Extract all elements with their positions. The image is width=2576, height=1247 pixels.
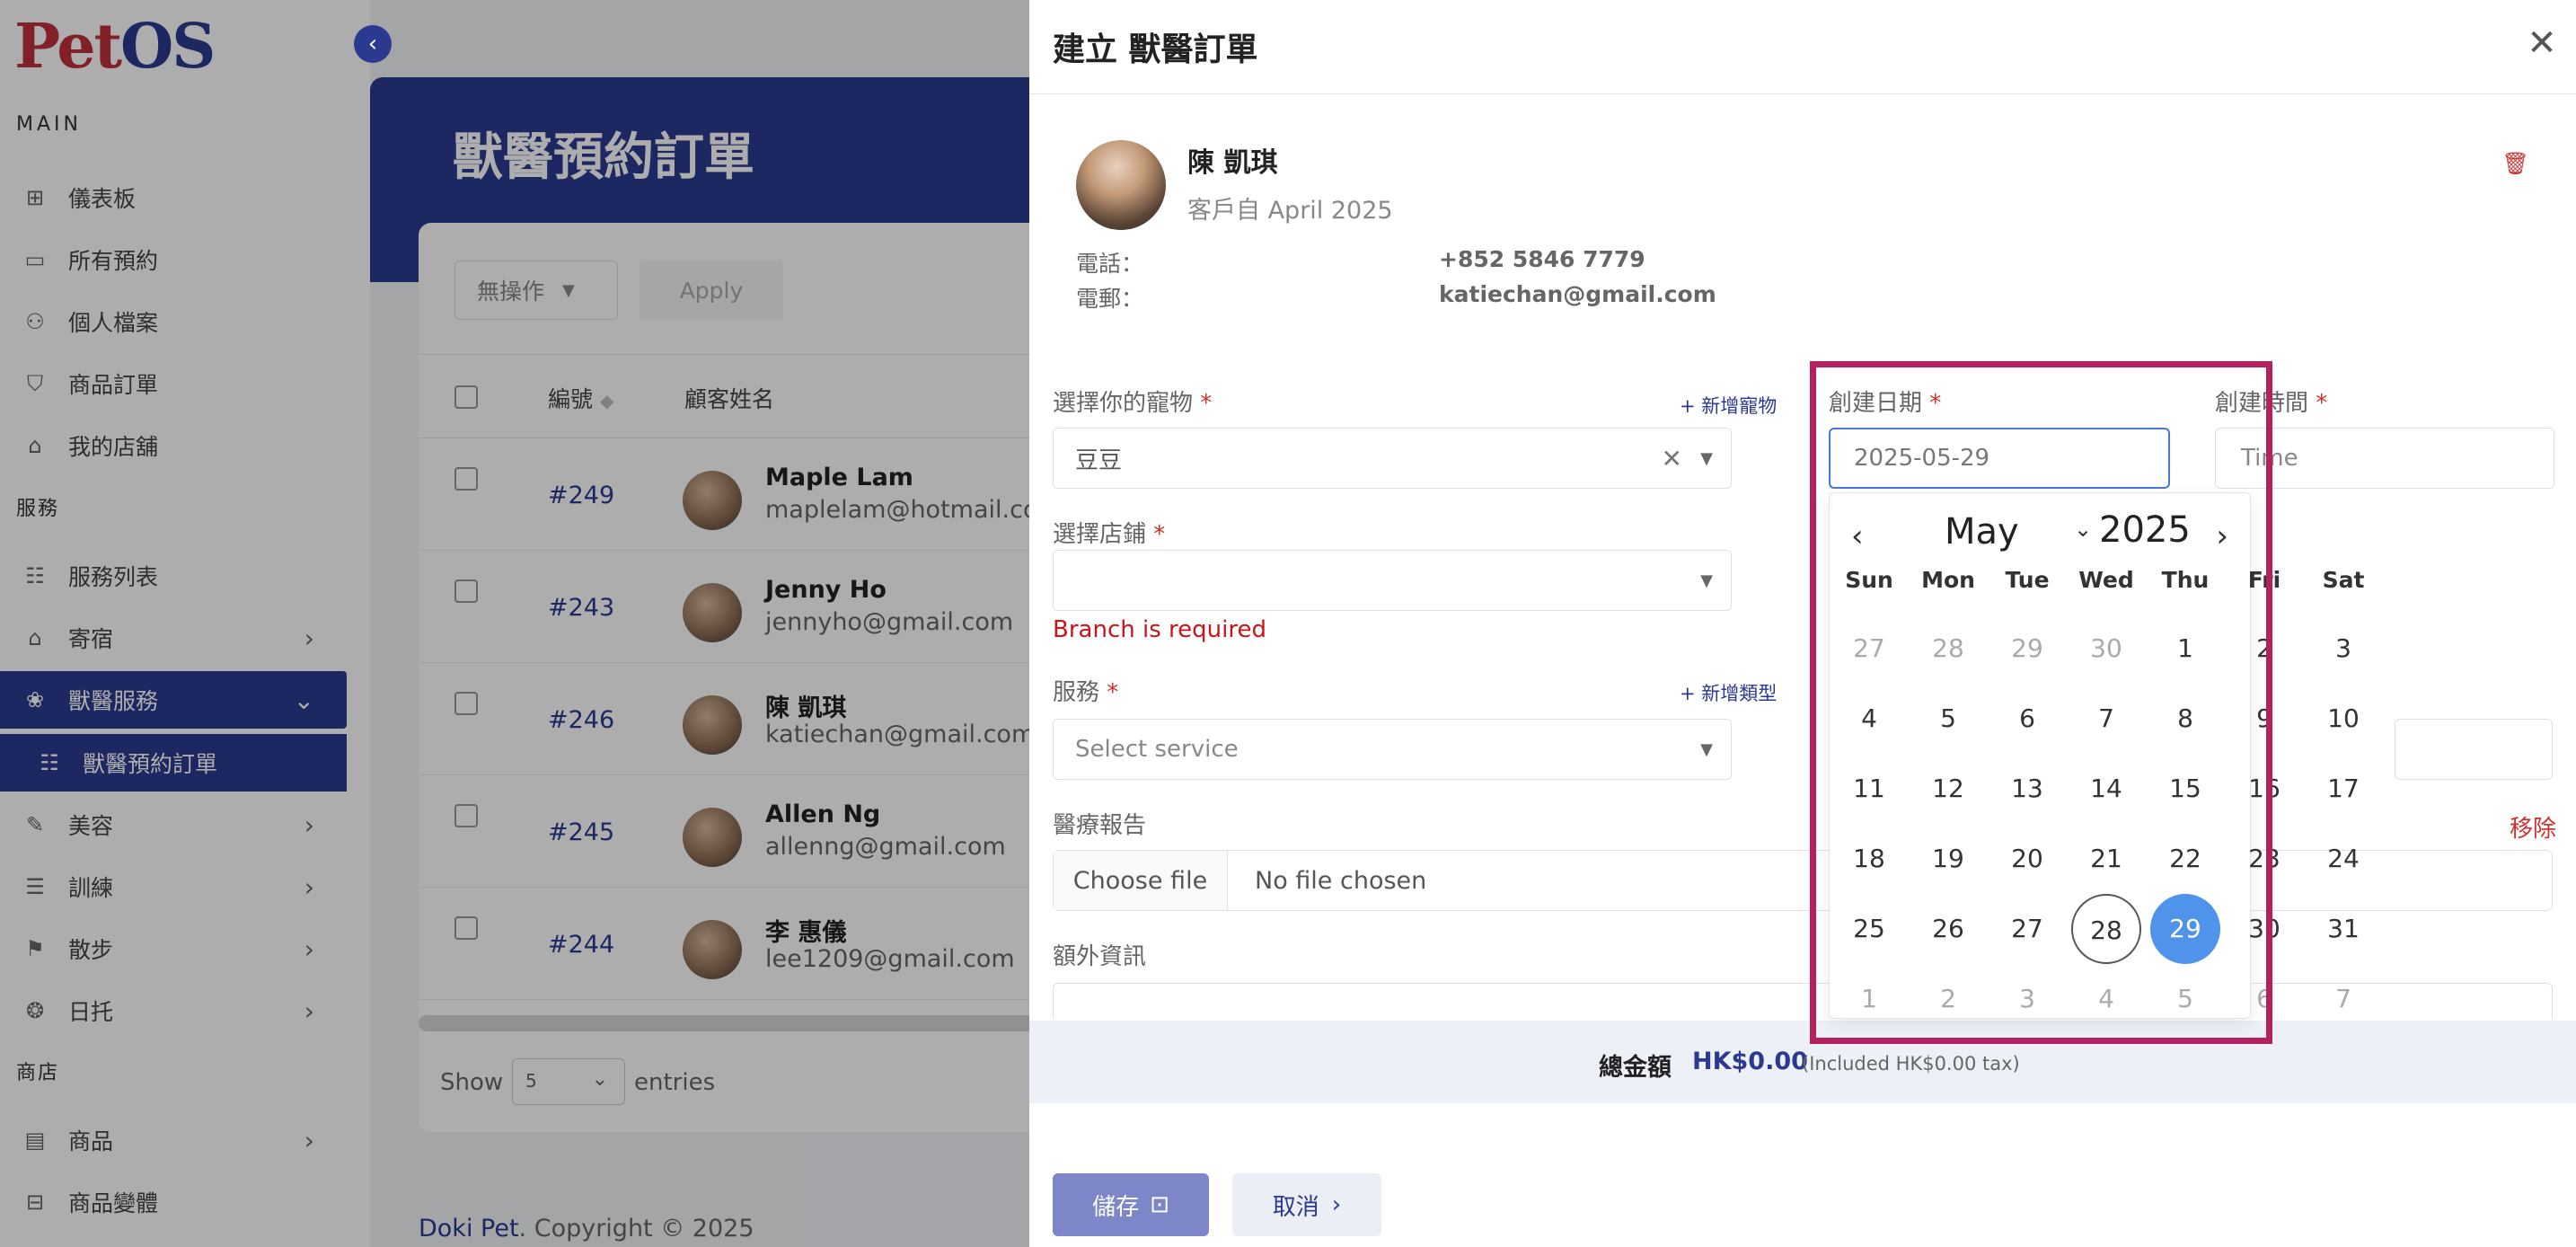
calendar-day[interactable]: 29 <box>1992 614 2062 684</box>
calendar-day[interactable]: 22 <box>2150 824 2220 894</box>
branch-error: Branch is required <box>1053 616 1266 643</box>
calendar-day[interactable]: 17 <box>2308 754 2378 824</box>
report-label: 醫療報告 <box>1053 812 1147 839</box>
calendar-day[interactable]: 8 <box>2150 684 2220 754</box>
branch-label: 選擇店鋪 * <box>1053 521 1166 548</box>
chevron-right-icon: › <box>1331 1191 1342 1218</box>
calendar-day[interactable]: 24 <box>2308 824 2378 894</box>
weekday-header: Tue <box>2005 567 2050 593</box>
phone-label: 電話： <box>1076 251 1144 277</box>
calendar-day[interactable]: 27 <box>1992 894 2062 964</box>
calendar-day[interactable]: 19 <box>1913 824 1983 894</box>
calendar-day[interactable]: 4 <box>2071 964 2141 1034</box>
calendar-day[interactable]: 2 <box>2229 614 2299 684</box>
branch-select[interactable]: ▼ <box>1053 550 1732 611</box>
modal-overlay[interactable] <box>0 0 1029 1247</box>
calendar-day[interactable]: 3 <box>1992 964 2062 1034</box>
calendar-day[interactable]: 5 <box>2150 964 2220 1034</box>
save-button[interactable]: 儲存 ⊡ <box>1053 1173 1209 1236</box>
month-select[interactable]: May <box>1945 511 2019 553</box>
total-value: HK$0.00 <box>1692 1048 1808 1075</box>
calendar-day[interactable]: 26 <box>1913 894 1983 964</box>
caret-down-icon: ▼ <box>1700 739 1713 759</box>
calendar-day[interactable]: 15 <box>2150 754 2220 824</box>
calendar-day[interactable]: 13 <box>1992 754 2062 824</box>
weekday-header: Wed <box>2078 567 2134 593</box>
calendar-day[interactable]: 2 <box>1913 964 1983 1034</box>
calendar-day[interactable]: 25 <box>1834 894 1904 964</box>
calendar-day[interactable]: 1 <box>2150 614 2220 684</box>
calendar-day[interactable]: 1 <box>1834 964 1904 1034</box>
pet-select[interactable]: 豆豆 ✕ ▼ <box>1053 428 1732 489</box>
calendar-day[interactable]: 30 <box>2229 894 2299 964</box>
calendar-day[interactable]: 12 <box>1913 754 1983 824</box>
calendar-day[interactable]: 27 <box>1834 614 1904 684</box>
time-input[interactable]: Time <box>2215 428 2554 489</box>
pet-label: 選擇你的寵物 * <box>1053 390 1213 417</box>
calendar-day[interactable]: 6 <box>2229 964 2299 1034</box>
calendar-day[interactable]: 28 <box>1913 614 1983 684</box>
clear-icon[interactable]: ✕ <box>1662 444 1682 473</box>
add-type-link[interactable]: + 新增類型 <box>1680 679 1777 706</box>
sidebar-collapse-button[interactable]: ‹ <box>354 25 392 63</box>
chevron-left-icon: ‹ <box>367 31 378 57</box>
close-icon[interactable]: ✕ <box>2522 23 2562 63</box>
total-tax: (Included HK$0.00 tax) <box>1802 1053 2020 1075</box>
caret-down-icon: ▼ <box>1700 448 1713 468</box>
calendar-day[interactable]: 28 <box>2071 894 2141 964</box>
calendar-day[interactable]: 3 <box>2308 614 2378 684</box>
date-input[interactable]: 2025-05-29 <box>1829 428 2170 489</box>
calendar-day[interactable]: 29 <box>2150 894 2220 964</box>
save-icon: ⊡ <box>1150 1191 1169 1218</box>
calendar-day[interactable]: 7 <box>2071 684 2141 754</box>
drawer-title: 建立 獸醫訂單 <box>1053 31 1258 68</box>
service-select[interactable]: Select service ▼ <box>1053 719 1732 780</box>
calendar-day[interactable]: 7 <box>2308 964 2378 1034</box>
add-pet-link[interactable]: + 新增寵物 <box>1680 392 1777 419</box>
service-label: 服務 * <box>1053 679 1119 706</box>
weekday-header: Thu <box>2161 567 2210 593</box>
cancel-button[interactable]: 取消 › <box>1232 1173 1381 1236</box>
phone-value: +852 5846 7779 <box>1439 246 1645 272</box>
calendar-day[interactable]: 30 <box>2071 614 2141 684</box>
chevron-down-icon[interactable]: ⌄ <box>2074 517 2092 542</box>
customer-avatar <box>1076 140 1166 230</box>
weekday-header: Sun <box>1845 567 1893 593</box>
time-label: 創建時間 * <box>2215 390 2328 417</box>
weekday-header: Mon <box>1921 567 1975 593</box>
weekday-header: Sat <box>2322 567 2365 593</box>
service-side-field[interactable] <box>2395 719 2553 780</box>
calendar-day[interactable]: 18 <box>1834 824 1904 894</box>
date-picker: ‹ May ⌄ 2025 › Sun Mon Tue Wed Thu Fri Sat 27 28… <box>1829 492 2364 1019</box>
calendar-day[interactable]: 4 <box>1834 684 1904 754</box>
extra-info-label: 額外資訊 <box>1053 943 1147 970</box>
calendar-day[interactable]: 14 <box>2071 754 2141 824</box>
total-label: 總金額 <box>1599 1054 1672 1082</box>
remove-link[interactable]: 移除 <box>2510 810 2556 844</box>
chevron-left-icon[interactable]: ‹ <box>1851 518 1864 554</box>
trash-icon[interactable]: 🗑 <box>2502 151 2529 176</box>
caret-down-icon: ▼ <box>1700 570 1713 590</box>
calendar-day[interactable]: 16 <box>2229 754 2299 824</box>
chevron-right-icon[interactable]: › <box>2216 518 2228 554</box>
calendar-day[interactable]: 10 <box>2308 684 2378 754</box>
date-label: 創建日期 * <box>1829 390 1942 417</box>
calendar-day[interactable]: 6 <box>1992 684 2062 754</box>
calendar-day[interactable]: 20 <box>1992 824 2062 894</box>
calendar-day[interactable]: 11 <box>1834 754 1904 824</box>
file-status: No file chosen <box>1255 867 1427 895</box>
year-input[interactable]: 2025 <box>2099 509 2191 551</box>
email-value: katiechan@gmail.com <box>1439 281 1716 307</box>
calendar-day[interactable]: 23 <box>2229 824 2299 894</box>
customer-since: 客戶自 April 2025 <box>1187 197 1393 225</box>
calendar-day[interactable]: 9 <box>2229 684 2299 754</box>
weekday-header: Fri <box>2247 567 2281 593</box>
calendar-day[interactable]: 5 <box>1913 684 1983 754</box>
divider <box>1029 93 2576 94</box>
choose-file-button[interactable]: Choose file <box>1054 851 1228 910</box>
calendar-day[interactable]: 21 <box>2071 824 2141 894</box>
calendar-day[interactable]: 31 <box>2308 894 2378 964</box>
customer-name: 陳 凱琪 <box>1187 147 1278 179</box>
email-label: 電郵： <box>1076 286 1144 312</box>
